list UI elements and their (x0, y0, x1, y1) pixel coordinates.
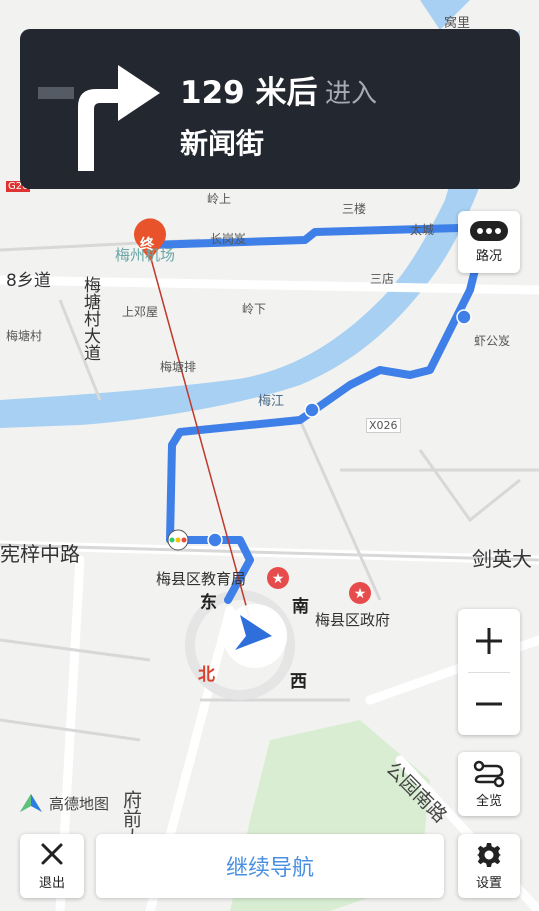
map-label: 梅县区政府 (315, 611, 391, 629)
exit-button[interactable]: 退出 (20, 834, 84, 898)
map-label: 上邓屋 (122, 305, 159, 319)
svg-text:★: ★ (354, 586, 367, 602)
turn-distance: 129 米后 (180, 75, 318, 111)
map-label: 三楼 (342, 202, 367, 216)
overview-label: 全览 (475, 793, 502, 809)
navigation-banner: 129 米后 进入 新闻街 (20, 29, 520, 189)
map-label: 梅塘村 (6, 329, 43, 343)
traffic-label: 路况 (475, 248, 502, 264)
zoom-in-button[interactable] (458, 609, 520, 672)
end-marker-label: 终 (140, 237, 154, 253)
map-label: 岭下 (242, 302, 267, 316)
continue-navigation-button[interactable]: 继续导航 (96, 834, 444, 898)
zoom-controls (458, 609, 520, 735)
settings-label: 设置 (475, 875, 502, 891)
zoom-out-button[interactable] (458, 672, 520, 735)
map-label: 梅县区教育局 (156, 570, 247, 588)
amap-logo: 高德地图 (18, 792, 109, 814)
map-road-label: 8乡道 (6, 271, 51, 291)
map-road-label: 梅塘村大道 (80, 276, 100, 361)
exit-label: 退出 (38, 875, 65, 891)
compass-north: 北 (198, 665, 215, 685)
overview-button[interactable]: 全览 (458, 752, 520, 816)
plus-icon (476, 627, 502, 654)
map-label: 太城 (410, 223, 435, 237)
compass-west: 西 (290, 672, 307, 692)
route-overview-icon (473, 760, 505, 787)
brand-text: 高德地图 (49, 794, 110, 813)
traffic-button[interactable]: 路况 (458, 211, 520, 273)
compass-east: 东 (200, 593, 217, 613)
turn-action: 进入 (325, 79, 378, 109)
map-label: 三店 (370, 272, 395, 286)
map-label: 长岗岌 (210, 232, 247, 246)
traffic-icon (470, 220, 508, 241)
turn-right-icon (38, 65, 160, 171)
gear-icon (477, 842, 501, 867)
map-road-label: 剑英大 (472, 547, 532, 571)
map-label: 虾公岌 (474, 334, 511, 348)
map-label: X026 (366, 418, 401, 433)
settings-button[interactable]: 设置 (458, 834, 520, 898)
svg-text:★: ★ (272, 571, 285, 587)
compass-south: 南 (292, 597, 309, 617)
map-label: 梅塘排 (160, 360, 197, 374)
map-label: 梅江 (258, 394, 285, 409)
amap-logo-icon (20, 794, 42, 812)
close-icon (41, 843, 63, 864)
map-label: 岭上 (207, 192, 232, 206)
next-road-name: 新闻街 (180, 127, 265, 160)
map-road-label: 宪梓中路 (0, 542, 80, 566)
minus-icon (476, 702, 502, 705)
